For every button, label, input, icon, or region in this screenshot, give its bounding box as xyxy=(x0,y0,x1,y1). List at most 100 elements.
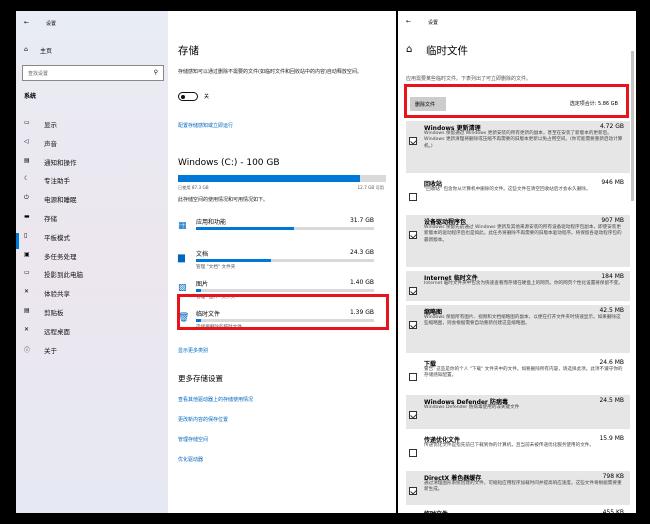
item-description: Windows Defender 防病毒使用的非关键文件 xyxy=(424,405,520,410)
category-usage-fill xyxy=(196,289,202,292)
sidebar-item-label: 投影到此电脑 xyxy=(44,271,83,280)
show-more-categories-link[interactable]: 显示更多类别 xyxy=(178,347,208,354)
sidebar-item-label: 专注助手 xyxy=(44,177,70,186)
drive-description: 此存储空间的使用情况和可用情况如下。 xyxy=(178,197,269,203)
temp-file-item: Internet 临时文件 184 MB Internet 临时文件夹中包含为快速查… xyxy=(406,271,630,301)
remote-desktop-icon: ✕ xyxy=(24,325,30,333)
sidebar-item-4[interactable]: ⏻ 电源和睡眠 xyxy=(20,192,164,206)
sidebar-item-3[interactable]: ☾ 专注助手 xyxy=(20,173,164,187)
search-placeholder: 查找设置 xyxy=(28,71,49,77)
more-settings-link[interactable]: 更改新内容的保存位置 xyxy=(178,416,228,423)
category-usage-bar xyxy=(196,289,374,292)
item-description: Windows 保留所有图片、视频和文档缩略图的副本，以便在打开文件夹时快速显示… xyxy=(424,315,621,327)
sidebar-item-label: 远程桌面 xyxy=(44,327,70,336)
category-usage-bar xyxy=(196,259,374,262)
highlight-delete-area xyxy=(404,84,629,118)
back-arrow-icon[interactable]: ← xyxy=(406,18,411,25)
temp-file-item: 缩略图 42.5 MB Windows 保留所有图片、视频和文档缩略图的副本，以便在… xyxy=(406,305,630,353)
sidebar-item-9[interactable]: ✕ 体验共享 xyxy=(20,286,164,300)
more-settings-link[interactable]: 管理存储空间 xyxy=(178,436,208,443)
item-description: Windows 保留先前通过 Windows 更新及其他来源安装的所有设备驱动程… xyxy=(424,225,622,243)
system-header: 系统 xyxy=(24,93,37,100)
category-name: 图片 xyxy=(196,281,209,288)
storage-category[interactable]: ▦ 应用和功能 31.7 GB xyxy=(168,215,388,245)
sidebar-item-5[interactable]: ▬ 存储 xyxy=(20,211,164,225)
sidebar-item-12[interactable]: ⓘ 关于 xyxy=(20,343,164,357)
storage-main: 存储 存储感知可以通过删除不需要的文件(如临时文件和回收站中的内容)自动释放空间… xyxy=(168,11,396,513)
item-size: 4.72 GB xyxy=(599,123,624,130)
sidebar-item-label: 声音 xyxy=(44,139,57,148)
item-description: "回收站" 包含你从计算机中删除的文件。这些文件在清空回收站后才会永久删除。 xyxy=(424,187,591,192)
category-usage-bar xyxy=(196,227,374,230)
category-usage-fill xyxy=(196,227,294,230)
item-checkbox[interactable] xyxy=(409,137,417,145)
sidebar-item-label: 显示 xyxy=(44,121,57,129)
more-settings-link[interactable]: 优化驱动器 xyxy=(178,456,203,463)
configure-storage-sense-link[interactable]: 配置存储感知或立即运行 xyxy=(178,122,233,129)
sidebar-item-6[interactable]: ▯ 平板模式 xyxy=(20,230,164,244)
page-title: 存储 xyxy=(178,45,199,57)
item-name: 临时文件 xyxy=(424,509,448,513)
page-title: 临时文件 xyxy=(426,45,468,57)
sidebar-item-8[interactable]: ▭ 投影到此电脑 xyxy=(20,267,164,281)
home-icon: ⌂ xyxy=(24,46,28,53)
home-icon[interactable]: ⌂ xyxy=(406,44,412,55)
storage-sense-toggle[interactable] xyxy=(178,92,198,101)
drive-used-label: 已使用 87.3 GB xyxy=(178,185,209,190)
search-input[interactable]: 查找设置 ⚲ xyxy=(22,65,164,81)
sidebar-item-label: 通知和操作 xyxy=(44,158,77,167)
tablet-icon: ▯ xyxy=(24,231,28,239)
scrollbar[interactable] xyxy=(631,51,634,201)
documents-icon: ▆ xyxy=(178,253,185,263)
sidebar-item-7[interactable]: ▣ 多任务处理 xyxy=(20,249,164,263)
home-label: 主页 xyxy=(40,48,53,55)
item-checkbox[interactable] xyxy=(409,321,417,329)
item-description: 警告: 这些是你的个人 "下载" 文件夹中的文件。如要删除所有内容，请选择此项。… xyxy=(424,367,623,379)
item-size: 24.5 MB xyxy=(599,397,624,404)
search-icon: ⚲ xyxy=(153,69,158,76)
item-checkbox[interactable] xyxy=(409,373,417,381)
storage-icon: ▬ xyxy=(24,213,30,220)
window-title: 设置 xyxy=(428,20,439,26)
drive-usage-bar xyxy=(178,175,386,182)
item-checkbox[interactable] xyxy=(409,231,417,239)
item-size: 24.6 MB xyxy=(599,359,624,366)
storage-sense-description: 存储感知可以通过删除不需要的文件(如临时文件和回收站中的内容)自动释放空间。 xyxy=(178,69,362,75)
screenshot-stage: ← 设置 ⌂ 主页 查找设置 ⚲ 系统 ▭ 显示 ◁ 声音 ▤ 通知和操作 ☾ 专注助手 ⏻ 电源… xyxy=(0,0,650,524)
sidebar-item-11[interactable]: ✕ 远程桌面 xyxy=(20,324,164,338)
item-description: 传递优化文件是指先前已下载到你的计算机，且当前未被传递优化服务使用的文件。 xyxy=(424,443,594,448)
temp-file-item: Windows Defender 防病毒 24.5 MB Windows Defen… xyxy=(406,395,630,429)
temp-file-item: 回收站 946 MB "回收站" 包含你从计算机中删除的文件。这些文件在清空回收站后… xyxy=(406,177,630,211)
category-name: 文档 xyxy=(196,251,209,258)
item-size: 42.5 MB xyxy=(599,307,624,314)
home-link[interactable]: ⌂ 主页 xyxy=(22,45,162,57)
item-description: 通过清理图形系统创建的文件，可缩短应用程序加载时间并提高响应速度。这些文件将根据… xyxy=(424,481,622,493)
storage-category[interactable]: ▆ 文档 24.3 GB 管理 "文档" 文件夹 xyxy=(168,247,388,277)
item-size: 184 MB xyxy=(601,273,624,280)
drive-title: Windows (C:) - 100 GB xyxy=(178,158,280,168)
category-size: 1.40 GB xyxy=(349,279,374,286)
temp-file-item: 下载 24.6 MB 警告: 这些是你的个人 "下载" 文件夹中的文件。如要删除所有… xyxy=(406,357,630,391)
item-checkbox[interactable] xyxy=(409,193,417,201)
toggle-state-label: 关 xyxy=(204,94,210,100)
back-arrow-icon[interactable]: ← xyxy=(24,19,29,26)
apps-icon: ▦ xyxy=(178,221,187,231)
item-checkbox[interactable] xyxy=(409,487,417,495)
sidebar-item-1[interactable]: ◁ 声音 xyxy=(20,136,164,150)
notifications-icon: ▤ xyxy=(24,156,30,164)
project-icon: ▭ xyxy=(24,269,30,277)
sidebar-item-label: 平板模式 xyxy=(44,233,70,242)
multitask-icon: ▣ xyxy=(24,250,30,258)
clipboard-icon: ▤ xyxy=(24,307,30,314)
item-checkbox[interactable] xyxy=(409,449,417,457)
item-description: Internet 临时文件夹中包含为快速查看而存储在硬盘上的网页。你的网页个性化… xyxy=(424,281,623,286)
item-checkbox[interactable] xyxy=(409,411,417,419)
item-checkbox[interactable] xyxy=(409,287,417,295)
more-settings-link[interactable]: 查看其他驱动器上的存储使用情况 xyxy=(178,396,253,403)
sidebar-item-2[interactable]: ▤ 通知和操作 xyxy=(20,155,164,169)
sidebar-item-label: 电源和睡眠 xyxy=(44,196,77,205)
sidebar-item-10[interactable]: ▤ 剪贴板 xyxy=(20,305,164,319)
drive-free-label: 12.7 GB 可用 xyxy=(357,185,384,190)
sidebar-item-0[interactable]: ▭ 显示 xyxy=(20,117,164,131)
sidebar-item-label: 关于 xyxy=(44,346,57,355)
